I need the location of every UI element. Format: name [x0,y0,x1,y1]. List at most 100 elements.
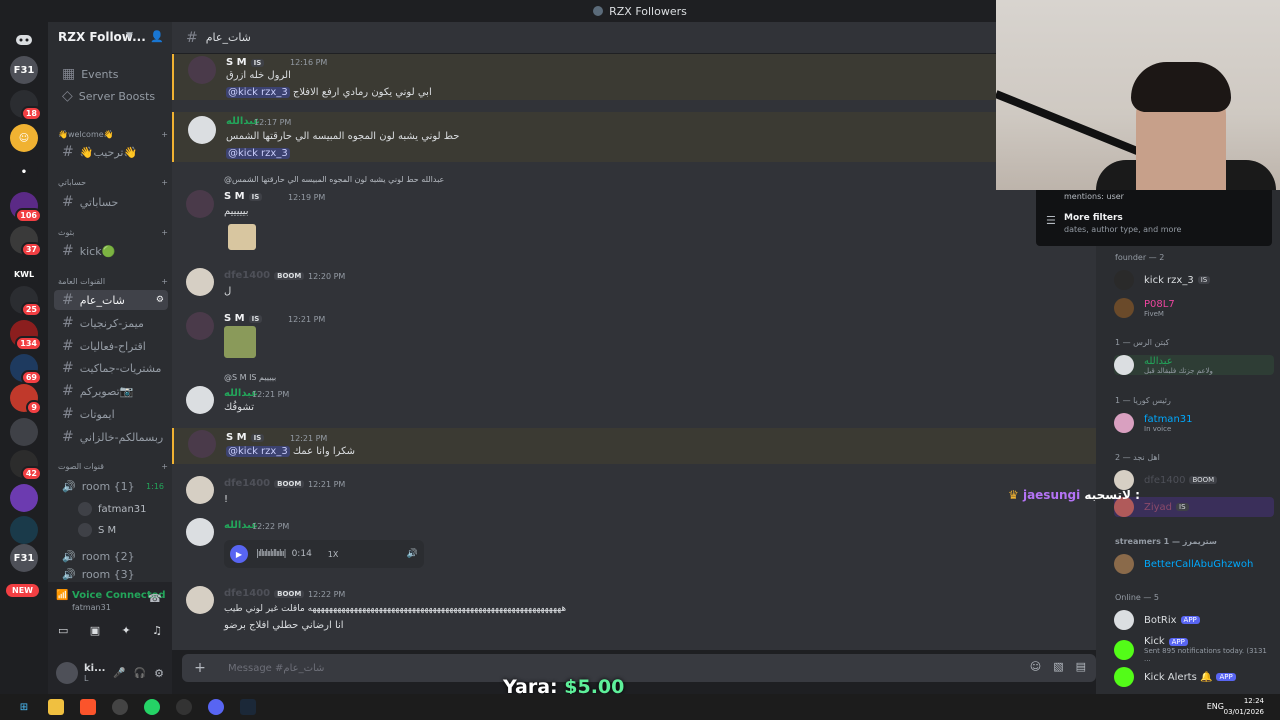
author-name[interactable]: dfe1400 BOOM [224,588,305,599]
file-explorer-icon[interactable] [48,699,64,715]
category-accounts[interactable]: حساباتي + [58,178,168,187]
avatar[interactable] [188,430,216,458]
composer-placeholder[interactable]: Message #شات_عام [228,663,324,674]
server-icon[interactable]: 25 [10,286,42,317]
voice-room-2[interactable]: 🔊 room {2} [54,546,168,566]
server-icon-f31[interactable]: F31 [10,56,38,84]
channel-memes[interactable]: # ميمز-كرنجيات [54,313,168,333]
obs-icon[interactable] [112,699,128,715]
reply-preview[interactable]: @عبدالله حط لوني يشبه لون المجوه المبيسه… [224,175,444,184]
disconnect-icon[interactable]: ☎ [148,592,162,605]
author-name[interactable]: dfe1400 BOOM [224,478,305,489]
avatar[interactable] [56,662,78,684]
soundboard-icon[interactable]: ♫ [152,624,162,637]
avatar[interactable] [188,56,216,84]
voice-user[interactable]: fatman31 [78,502,147,516]
server-icon[interactable]: 106 [10,192,42,223]
avatar[interactable] [186,518,214,546]
voice-room-1[interactable]: 🔊 room {1} 1:16 [54,476,168,496]
server-icon[interactable]: 69 [10,354,42,385]
channel-photos[interactable]: # تصويركم📷 [54,381,168,401]
whatsapp-icon[interactable] [144,699,160,715]
sticker-image[interactable] [228,224,256,250]
user-mention[interactable]: @kick rzx_3 [226,87,290,98]
discord-taskbar-icon[interactable] [208,699,224,715]
author-name[interactable]: S M IS [226,57,265,68]
server-icon-f31[interactable]: F31 [10,544,38,572]
mute-icon[interactable]: 🎤 [113,668,125,679]
author-name[interactable]: S M IS [224,191,263,202]
member-item[interactable]: fatman31 In voice [1114,413,1274,433]
gear-icon[interactable]: ⚙ [156,295,164,305]
steelseries-icon[interactable] [176,699,192,715]
author-name[interactable]: S M IS [224,313,263,324]
channel-suggestions[interactable]: # اقتراح-فعاليات [54,336,168,356]
sidebar-item-boosts[interactable]: ◇ Server Boosts [54,86,168,106]
message-composer[interactable]: + Message #شات_عام ☺ ▧ ▤ [182,654,1096,682]
channel-purchases[interactable]: # مشتريات-جماكيت [54,358,168,378]
server-icon[interactable] [10,418,38,446]
activities-icon[interactable]: ✦ [122,624,131,637]
screen-share-icon[interactable]: ▣ [90,624,100,637]
volume-icon[interactable]: 🔊 [407,549,418,559]
server-icon[interactable]: 134 [10,320,42,351]
playback-speed-button[interactable]: 1X [328,550,339,559]
more-filters[interactable]: More filters [1064,213,1123,223]
keyboard-language[interactable]: ENG [1207,702,1224,711]
brave-browser-icon[interactable] [80,699,96,715]
user-mention[interactable]: @kick rzx_3 [226,446,290,457]
waveform-icon[interactable]: |ıllıılıılıllıılıı| [256,549,287,559]
avatar[interactable] [188,116,216,144]
message[interactable]: S M IS 12:21 PM @kick rzx_3 شكرا وانا عمك [172,428,1096,464]
avatar[interactable] [186,312,214,340]
member-item[interactable]: عبدالله ولاعم جزتك فلبقالد قبل [1114,355,1274,375]
channel-general-chat[interactable]: # شات_عام ⚙ [54,290,168,310]
system-clock[interactable]: 12:24 03/01/2026 [1224,696,1264,718]
avatar[interactable] [186,268,214,296]
channel-art[interactable]: # ربسمالكم-خالزاني [54,427,168,447]
server-icon[interactable]: 18 [10,90,42,121]
voice-room-3[interactable]: 🔊 room {3} [54,568,168,580]
windows-start-icon[interactable]: ⊞ [16,699,32,715]
member-item[interactable]: P08L7 FiveM [1114,298,1274,318]
sticker-icon[interactable]: ▧ [1053,660,1063,673]
add-channel-icon[interactable]: + [161,130,168,139]
author-name[interactable]: S M IS [226,432,265,443]
image-attachment[interactable] [224,326,256,358]
server-icon[interactable]: 37 [10,226,42,257]
category-streams[interactable]: بثوث + [58,228,168,237]
add-attachment-icon[interactable]: + [192,660,208,676]
server-icon[interactable] [10,516,38,544]
message[interactable]: عبدالله 12:17 PM حط لوني يشبه لون المجوه… [172,112,1096,162]
server-icon-blank[interactable]: • [10,158,38,186]
voice-user[interactable]: S M [78,523,116,537]
sidebar-item-events[interactable]: ▦ Events [54,64,168,84]
search-option-mentions[interactable]: mentions: user [1064,192,1124,201]
category-general[interactable]: القنوات العامة + [58,277,168,286]
settings-gear-icon[interactable]: ⚙ [154,667,164,680]
message[interactable]: dfe1400 BOOM 12:20 PM ل [172,266,1096,304]
message[interactable]: @عبدالله حط لوني يشبه لون المجوه المبيسه… [172,172,1096,258]
message[interactable]: @S M IS بييييم عبدالله 12:21 PM تشوفُك [172,370,1096,418]
member-item[interactable]: dfe1400 BOOM [1114,470,1274,490]
camera-off-icon[interactable]: ▭ [58,624,68,637]
steam-icon[interactable] [240,699,256,715]
member-item[interactable]: BetterCallAbuGhzwoh [1114,554,1274,574]
member-item[interactable]: BotRix APP [1114,610,1274,630]
message[interactable]: S M IS 12:21 PM [172,310,1096,362]
chevron-down-icon[interactable]: ▼ [126,31,133,41]
add-channel-icon[interactable]: + [161,277,168,286]
server-icon[interactable] [10,484,38,512]
channel-welcome[interactable]: # 👋ترحيب👋 [54,142,168,162]
gift-icon[interactable]: ▤ [1076,660,1086,673]
message[interactable]: عبدالله 12:22 PM ▶ |ıllıılıılıllıılıı| 0… [172,516,1096,572]
category-welcome[interactable]: 👋welcome👋 + [58,130,168,139]
add-channel-icon[interactable]: + [161,462,168,471]
deafen-icon[interactable]: 🎧 [134,668,146,679]
avatar[interactable] [186,190,214,218]
member-item[interactable]: Kick Alerts 🔔 APP [1114,667,1274,687]
message[interactable]: dfe1400 BOOM 12:22 PM ههههههههههههههههههه… [172,584,1096,638]
play-icon[interactable]: ▶ [230,545,248,563]
username[interactable]: ki... [84,663,105,674]
member-item[interactable]: Kick APP Sent 895 notifications today. (31… [1114,636,1274,663]
